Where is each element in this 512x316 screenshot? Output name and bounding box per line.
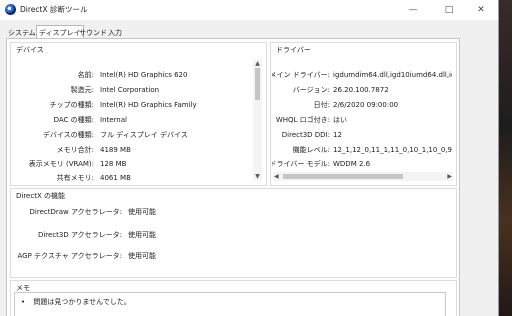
driver-label: バージョン: (292, 86, 330, 94)
window-title: DirectX 診断ツール (20, 5, 88, 14)
driver-label: Direct3D DDI: (281, 131, 330, 139)
driver-row: ドライバー モデル: WDDM 2.6 (272, 159, 452, 169)
scroll-left-icon[interactable]: ◀ (274, 172, 279, 181)
minimize-button[interactable]: — (396, 0, 430, 20)
close-button[interactable]: ✕ (464, 0, 498, 20)
device-row: メモリ合計: 4189 MB (14, 145, 244, 155)
driver-label: ドライバー モデル: (272, 160, 330, 168)
device-value: 4061 MB (100, 174, 131, 182)
device-label: 製造元: (70, 86, 94, 94)
feature-label: Direct3D アクセラレータ: (37, 231, 122, 239)
scroll-thumb[interactable] (283, 174, 403, 179)
device-row: 共有メモリ: 4061 MB (14, 173, 244, 183)
notes-text: 問題は見つかりませんでした。 (33, 298, 131, 306)
dxdiag-window: DirectX 診断ツール — □ ✕ システム ディスプレイ サウンド 入力 … (0, 0, 499, 316)
driver-value: 2/6/2020 09:00:00 (333, 101, 399, 109)
driver-value: 12 (333, 131, 342, 139)
directx-heading: DirectX の機能 (16, 192, 65, 200)
feature-row: AGP テクスチャ アクセラレータ: 使用可能 (14, 251, 214, 261)
device-scrollbar[interactable]: ▲ ▼ (253, 60, 262, 180)
device-row: 名前: Intel(R) HD Graphics 620 (14, 70, 244, 80)
driver-value: はい (333, 116, 347, 124)
desktop-background (499, 0, 512, 316)
device-label: DAC の種類: (53, 116, 94, 124)
device-row: DAC の種類: Internal (14, 115, 244, 125)
scroll-right-icon[interactable]: ▶ (447, 172, 452, 181)
device-value: Internal (100, 116, 127, 124)
driver-row: バージョン: 26.20.100.7872 (272, 85, 452, 95)
feature-value: 使用可能 (128, 231, 156, 239)
device-label: 共有メモリ: (56, 174, 94, 182)
maximize-button[interactable]: □ (432, 0, 466, 20)
title-bar: DirectX 診断ツール — □ ✕ (0, 0, 498, 20)
device-value: Intel Corporation (100, 86, 160, 94)
device-value: フル ディスプレイ デバイス (100, 131, 188, 139)
device-row: チップの種類: Intel(R) HD Graphics Family (14, 100, 244, 110)
driver-row: WHQL ロゴ付き: はい (272, 115, 452, 125)
device-heading: デバイス (16, 46, 44, 54)
feature-value: 使用可能 (128, 208, 156, 216)
device-row: 表示メモリ (VRAM): 128 MB (14, 159, 244, 169)
feature-row: DirectDraw アクセラレータ: 使用可能 (14, 207, 214, 217)
driver-value: 26.20.100.7872 (333, 86, 389, 94)
driver-label: メイン ドライバー: (272, 71, 330, 79)
minimize-icon: — (408, 5, 418, 15)
notes-textbox[interactable]: • 問題は見つかりませんでした。 (14, 292, 446, 316)
device-label: チップの種類: (49, 101, 94, 109)
driver-label: 日付: (313, 101, 330, 109)
close-icon: ✕ (477, 5, 485, 15)
device-label: 名前: (77, 71, 94, 79)
driver-row: Direct3D DDI: 12 (272, 130, 452, 140)
feature-row: Direct3D アクセラレータ: 使用可能 (14, 230, 214, 240)
device-label: メモリ合計: (56, 146, 94, 154)
driver-label: WHQL ロゴ付き: (275, 116, 330, 124)
driver-value: 12_1,12_0,11_1,11_0,10_1,10_0,9_3,9_2 (333, 146, 452, 154)
feature-label: DirectDraw アクセラレータ: (29, 208, 122, 216)
device-label: デバイスの種類: (42, 131, 94, 139)
device-row: 製造元: Intel Corporation (14, 85, 244, 95)
driver-row: 機能レベル: 12_1,12_0,11_1,11_0,10_1,10_0,9_3… (272, 145, 452, 155)
feature-label: AGP テクスチャ アクセラレータ: (17, 252, 123, 260)
driver-row: 日付: 2/6/2020 09:00:00 (272, 100, 452, 110)
maximize-icon: □ (444, 5, 454, 15)
driver-heading: ドライバー (276, 46, 311, 54)
notes-line: • 問題は見つかりませんでした。 (21, 297, 131, 307)
device-label: 表示メモリ (VRAM): (28, 160, 94, 168)
scroll-down-icon[interactable]: ▼ (253, 173, 262, 180)
driver-value: WDDM 2.6 (333, 160, 371, 168)
driver-value: igdumdim64.dll,igd10iumd64.dll,igd1 (333, 71, 452, 79)
scroll-up-icon[interactable]: ▲ (253, 60, 262, 67)
driver-label: 機能レベル: (292, 146, 330, 154)
bullet-icon: • (21, 298, 26, 306)
device-row: デバイスの種類: フル ディスプレイ デバイス (14, 130, 244, 140)
device-value: 4189 MB (100, 146, 131, 154)
device-value: Intel(R) HD Graphics Family (100, 101, 197, 109)
feature-value: 使用可能 (128, 252, 156, 260)
scroll-thumb[interactable] (255, 68, 260, 100)
device-value: Intel(R) HD Graphics 620 (100, 71, 188, 79)
device-value: 128 MB (100, 160, 127, 168)
directx-icon (5, 4, 16, 15)
driver-scrollbar[interactable]: ◀ ▶ (273, 172, 453, 181)
driver-row: メイン ドライバー: igdumdim64.dll,igd10iumd64.dl… (272, 70, 452, 80)
